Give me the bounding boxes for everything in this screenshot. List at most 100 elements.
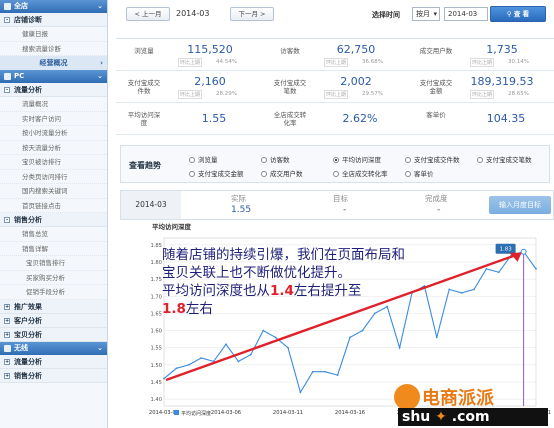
sidebar-group-diagnosis[interactable]: - 店铺诊断 <box>0 13 107 27</box>
trend-option[interactable]: 访客数 <box>261 154 290 164</box>
watermark-banner-dot: ✦ <box>430 409 452 425</box>
next-month-button[interactable]: 下一月 > <box>230 7 274 21</box>
trend-option-label: 支付宝成交笔数 <box>486 156 532 164</box>
stat-value: 189,319.53 <box>470 75 534 88</box>
sidebar-group-promo[interactable]: + 推广效果 <box>0 299 107 314</box>
completion-value: - <box>437 205 441 215</box>
trend-option-label: 平均访问深度 <box>342 156 381 164</box>
sidebar-group-w-traffic[interactable]: + 流量分析 <box>0 354 107 369</box>
expand-icon: + <box>4 317 10 324</box>
stat-compare: 环比上期 <box>178 90 203 99</box>
sidebar-group-label: 宝贝分析 <box>14 330 42 339</box>
date-field[interactable]: 2014-03 <box>444 7 488 21</box>
collapse-icon: - <box>4 217 10 223</box>
sidebar-group-sales[interactable]: - 销售分析 <box>0 213 107 227</box>
data-point <box>485 267 488 270</box>
chart-y-axis: 1.40 1.45 1.50 1.55 1.60 1.65 1.70 1.75 1.80 1.85 <box>150 243 162 403</box>
toolbar: < 上一月 2014-03 下一月 > 选择时间 按月 ▾ 2014-03 ⚲ 查… <box>112 6 554 29</box>
unit-select-value: 按月 <box>416 10 430 18</box>
expand-icon: + <box>4 303 10 310</box>
sidebar-item[interactable]: 实时客户访问 <box>0 112 107 126</box>
trend-option[interactable]: 支付宝成交笔数 <box>477 154 532 164</box>
radio-icon <box>477 157 483 163</box>
stat-buyers: 成交用户数 1,735 环比上期 30.14% <box>408 39 554 71</box>
x-tick-label: 2014-03-11 <box>273 410 303 416</box>
sidebar-item[interactable]: 按天流量分析 <box>0 141 107 155</box>
radio-selected-icon <box>333 157 339 163</box>
sidebar-group-label: 销售分析 <box>14 216 42 224</box>
sidebar-item[interactable]: 健康日报 <box>0 27 107 42</box>
tooltip-value: 1.83 <box>499 247 512 253</box>
watermark-text: 电商派派 <box>422 388 494 409</box>
data-point <box>473 288 475 291</box>
prev-month-button[interactable]: < 上一月 <box>126 7 170 21</box>
sidebar-item-overview[interactable]: 经营概况 › <box>0 56 107 70</box>
trend-option[interactable]: 成交用户数 <box>261 168 303 178</box>
data-point <box>324 370 327 373</box>
expand-icon: + <box>4 358 10 365</box>
sidebar-item[interactable]: 按小时流量分析 <box>0 126 107 141</box>
chart-title: 平均访问深度 <box>152 222 192 231</box>
trend-option[interactable]: 支付宝成交件数 <box>405 154 460 164</box>
chevron-down-icon: ⌄ <box>97 72 103 80</box>
stat-percent: 30.14% <box>508 59 529 65</box>
input-target-button[interactable]: 输入月度目标 <box>489 196 551 214</box>
trend-option[interactable]: 全店成交转化率 <box>333 168 388 178</box>
target-label: 目标 <box>333 194 348 203</box>
data-point <box>398 346 401 349</box>
stat-label: 支付宝成交件数 <box>127 79 161 95</box>
sidebar-section-pc[interactable]: PC ⌄ <box>0 70 107 83</box>
sidebar-subitem[interactable]: 宝贝销售排行 <box>0 256 107 271</box>
collapse-icon: - <box>4 17 10 23</box>
collapse-icon: - <box>4 87 10 93</box>
trend-option[interactable]: 客单价 <box>405 168 434 178</box>
data-point <box>435 336 438 339</box>
sidebar-group-label: 流量分析 <box>14 86 42 94</box>
trend-option[interactable]: 浏览量 <box>189 154 218 164</box>
sidebar-item[interactable]: 首页链接点击 <box>0 199 107 213</box>
stat-compare: 环比上期 <box>470 58 495 67</box>
sidebar-group-customer[interactable]: + 客户分析 <box>0 313 107 328</box>
sidebar-item[interactable]: 搜索流量诊断 <box>0 42 107 56</box>
sidebar-group-label: 客户分析 <box>14 316 42 325</box>
stat-label: 平均访问深度 <box>127 111 161 127</box>
target-value: - <box>343 205 347 215</box>
unit-select[interactable]: 按月 ▾ <box>412 7 440 21</box>
view-button[interactable]: ⚲ 查 看 <box>490 6 546 22</box>
stat-pv: 浏览量 115,520 环比上期 44.54% <box>116 39 262 71</box>
legend-label: 平均访问深度 <box>181 410 211 417</box>
data-point <box>287 346 289 349</box>
y-tick-label: 1.60 <box>150 329 162 335</box>
sidebar-item[interactable]: 分类页访问排行 <box>0 170 107 184</box>
sidebar-subitem[interactable]: 促销手段分析 <box>0 285 107 300</box>
trend-option-selected[interactable]: 平均访问深度 <box>333 154 381 164</box>
expand-icon: + <box>4 331 10 338</box>
stat-value: 1.55 <box>201 112 227 125</box>
sidebar-item[interactable]: 国内搜索关键词 <box>0 184 107 199</box>
data-point <box>361 329 364 332</box>
stat-percent: 44.54% <box>216 59 237 65</box>
sidebar-subitem[interactable]: 买家购买分析 <box>0 271 107 285</box>
y-tick-label: 1.55 <box>150 346 162 352</box>
actual-label: 实际 <box>231 194 246 203</box>
sidebar-group-traffic[interactable]: - 流量分析 <box>0 83 107 97</box>
wireless-icon <box>4 344 11 352</box>
trend-title: 查看趋势 <box>129 161 161 170</box>
sidebar-section-shop[interactable]: 全店 ⌄ <box>0 0 107 13</box>
radio-icon <box>261 157 267 163</box>
sidebar-group-w-sales[interactable]: + 销售分析 <box>0 368 107 383</box>
current-month: 2014-03 <box>176 9 210 18</box>
sidebar-item[interactable]: 销售详解 <box>0 242 107 256</box>
x-tick-label: 2014-03-16 <box>335 410 365 416</box>
sidebar-item[interactable]: 宝贝被访排行 <box>0 155 107 170</box>
trend-option[interactable]: 支付宝成交金额 <box>189 168 244 178</box>
stat-label: 全店成交转化率 <box>273 111 307 127</box>
sidebar-group-baby[interactable]: + 宝贝分析 <box>0 327 107 342</box>
data-point <box>349 336 351 339</box>
annotation-text: 随着店铺的持续引爆，我们在页面布局和 宝贝关联上也不断做优化提升。 平均访问深度… <box>162 246 422 318</box>
data-point <box>249 353 252 356</box>
sidebar-item[interactable]: 销售总览 <box>0 227 107 242</box>
sidebar-section-wireless[interactable]: 无线 ⌄ <box>0 341 107 355</box>
sidebar-item[interactable]: 流量概况 <box>0 97 107 112</box>
y-tick-label: 1.65 <box>150 311 162 317</box>
